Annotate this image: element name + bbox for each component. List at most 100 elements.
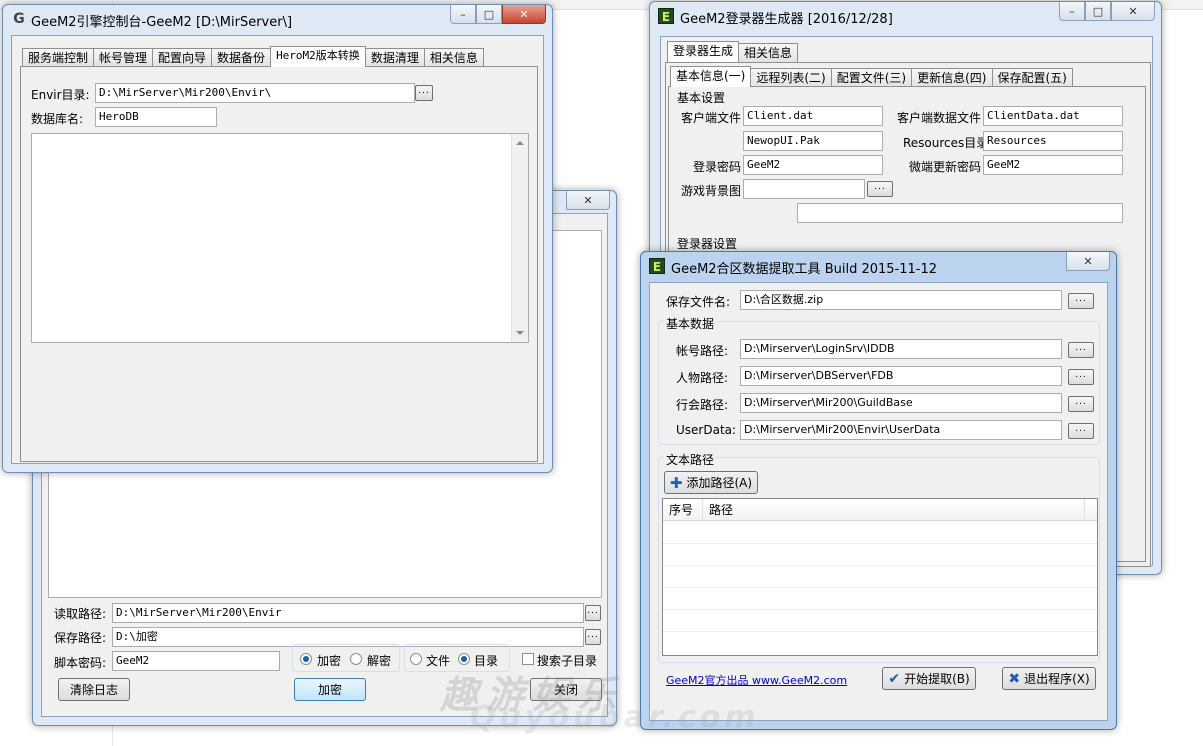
save-file-label: 保存文件名: [666,295,731,309]
tab-herom2-convert[interactable]: HeroM2版本转换 [270,46,366,67]
ui-pak-input[interactable]: NewopUI.Pak [743,131,883,151]
minimize-button[interactable]: – [1059,2,1085,21]
save-browse-button[interactable]: ... [585,629,601,645]
engine-console-client: 服务端控制 帐号管理 配置向导 数据备份 HeroM2版本转换 数据清理 相关信… [11,35,544,464]
decrypt-radio[interactable] [350,653,362,665]
close-button[interactable]: ✕ [566,191,610,210]
char-path-label: 人物路径: [676,371,729,385]
tab-basic-info[interactable]: 基本信息(一) [670,66,752,87]
path-list-header: 序号 路径 [663,499,1097,521]
userdata-browse-button[interactable]: ... [1068,423,1094,439]
userdata-label: UserData: [676,423,737,437]
save-file-browse-button[interactable]: ... [1068,293,1094,309]
encrypt-button[interactable]: 加密 [294,678,366,701]
client-file-label: 客户端文件 [681,111,742,125]
guild-browse-button[interactable]: ... [1068,396,1094,412]
close-button[interactable]: ✕ [1066,252,1110,271]
close-button[interactable]: ✕ [502,5,546,24]
micro-pwd-input[interactable]: GeeM2 [983,155,1123,175]
account-browse-button[interactable]: ... [1068,342,1094,358]
minimize-button[interactable]: – [450,5,476,24]
read-path-label: 读取路径: [54,607,107,621]
file-radio-label: 文件 [426,654,451,668]
check-icon: ✔ [888,670,901,687]
login-settings-title: 登录器设置 [675,235,740,252]
close-button[interactable]: ✕ [1111,2,1155,21]
merge-tool-titlebar[interactable]: E GeeM2合区数据提取工具 Build 2015-11-12 ✕ [641,252,1116,280]
envir-dir-input[interactable]: D:\MirServer\Mir200\Envir\ [95,83,415,103]
subdir-checkbox-label: 搜索子目录 [537,654,598,668]
list-gridline [663,631,1097,632]
list-gridline [663,565,1097,566]
tab-login-gen[interactable]: 登录器生成 [667,41,740,62]
path-list[interactable]: 序号 路径 [662,498,1098,656]
start-extract-button[interactable]: ✔ 开始提取(B) [882,667,976,690]
tab-about[interactable]: 相关信息 [423,48,484,67]
vertical-scrollbar[interactable] [511,134,528,342]
console-tabs: 服务端控制 帐号管理 配置向导 数据备份 HeroM2版本转换 数据清理 相关信… [22,46,484,67]
official-link[interactable]: GeeM2官方出品 www.GeeM2.com [666,672,847,688]
encrypt-radio[interactable] [300,653,312,665]
client-data-label: 客户端数据文件 [897,111,982,125]
text-path-title: 文本路径 [664,451,717,468]
window-controls: ✕ [566,191,610,211]
tab-save-config[interactable]: 保存配置(五) [991,68,1073,87]
bg-preview-input[interactable] [797,203,1123,223]
read-path-input[interactable]: D:\MirServer\Mir200\Envir [112,603,584,623]
tab-config-wizard[interactable]: 配置向导 [152,48,213,67]
tab-account-manage[interactable]: 帐号管理 [93,48,154,67]
app-g-logo-icon: G [13,11,25,27]
bg-browse-button[interactable]: ... [867,181,893,197]
client-data-input[interactable]: ClientData.dat [983,106,1123,126]
envir-browse-button[interactable]: ... [415,85,433,101]
micro-pwd-label: 微端更新密码 [909,160,982,174]
encrypt-radio-label: 加密 [317,654,342,668]
clear-log-button[interactable]: 清除日志 [58,678,130,701]
exit-program-button[interactable]: ✖ 退出程序(X) [1002,667,1096,690]
client-file-input[interactable]: Client.dat [743,106,883,126]
app-e-logo-icon: E [658,8,674,24]
tab-update-info[interactable]: 更新信息(四) [911,68,993,87]
dir-radio[interactable] [458,653,470,665]
guild-path-input[interactable]: D:\Mirserver\Mir200\GuildBase [740,393,1062,413]
login-generator-titlebar[interactable]: E GeeM2登录器生成器 [2016/12/28] – □ ✕ [650,2,1161,30]
char-path-input[interactable]: D:\Mirserver\DBServer\FDB [740,366,1062,386]
add-path-button[interactable]: ✚ 添加路径(A) [664,471,758,494]
scroll-up-icon[interactable] [516,141,524,145]
col-path-header[interactable]: 路径 [703,499,1085,521]
inner-tabs: 基本信息(一) 远程列表(二) 配置文件(三) 更新信息(四) 保存配置(五) [670,66,1073,87]
list-gridline [663,609,1097,610]
tab-config-file[interactable]: 配置文件(三) [830,68,913,87]
col-no-header[interactable]: 序号 [663,499,703,521]
char-browse-button[interactable]: ... [1068,369,1094,385]
tab-data-backup[interactable]: 数据备份 [211,48,272,67]
console-log[interactable] [31,133,529,343]
exit-program-label: 退出程序(X) [1024,672,1090,686]
maximize-button[interactable]: □ [1085,2,1111,21]
file-radio[interactable] [410,653,422,665]
window-controls: – □ ✕ [450,5,546,25]
close-tool-button[interactable]: 关闭 [530,678,602,701]
bg-image-input[interactable] [743,179,865,199]
list-gridline [663,543,1097,544]
db-name-input[interactable]: HeroDB [95,107,217,127]
resources-input[interactable]: Resources [983,131,1123,151]
tab-about[interactable]: 相关信息 [738,43,799,62]
engine-console-titlebar[interactable]: G GeeM2引擎控制台-GeeM2 [D:\MirServer\] – □ ✕ [3,5,552,33]
subdir-checkbox[interactable] [522,653,534,665]
script-pwd-input[interactable]: GeeM2 [112,651,280,671]
exit-x-icon: ✖ [1008,670,1021,687]
login-pwd-input[interactable]: GeeM2 [743,155,883,175]
scroll-down-icon[interactable] [516,331,524,335]
resources-label: Resources目录 [903,136,989,150]
script-pwd-label: 脚本密码: [54,656,107,670]
tab-server-control[interactable]: 服务端控制 [22,48,95,67]
userdata-input[interactable]: D:\Mirserver\Mir200\Envir\UserData [740,420,1062,440]
maximize-button[interactable]: □ [476,5,502,24]
tab-data-cleanup[interactable]: 数据清理 [364,48,425,67]
add-plus-icon: ✚ [669,473,683,492]
tab-remote-list[interactable]: 远程列表(二) [750,68,832,87]
read-browse-button[interactable]: ... [585,605,601,621]
save-file-input[interactable]: D:\合区数据.zip [740,290,1062,310]
account-path-input[interactable]: D:\Mirserver\LoginSrv\IDDB [740,339,1062,359]
